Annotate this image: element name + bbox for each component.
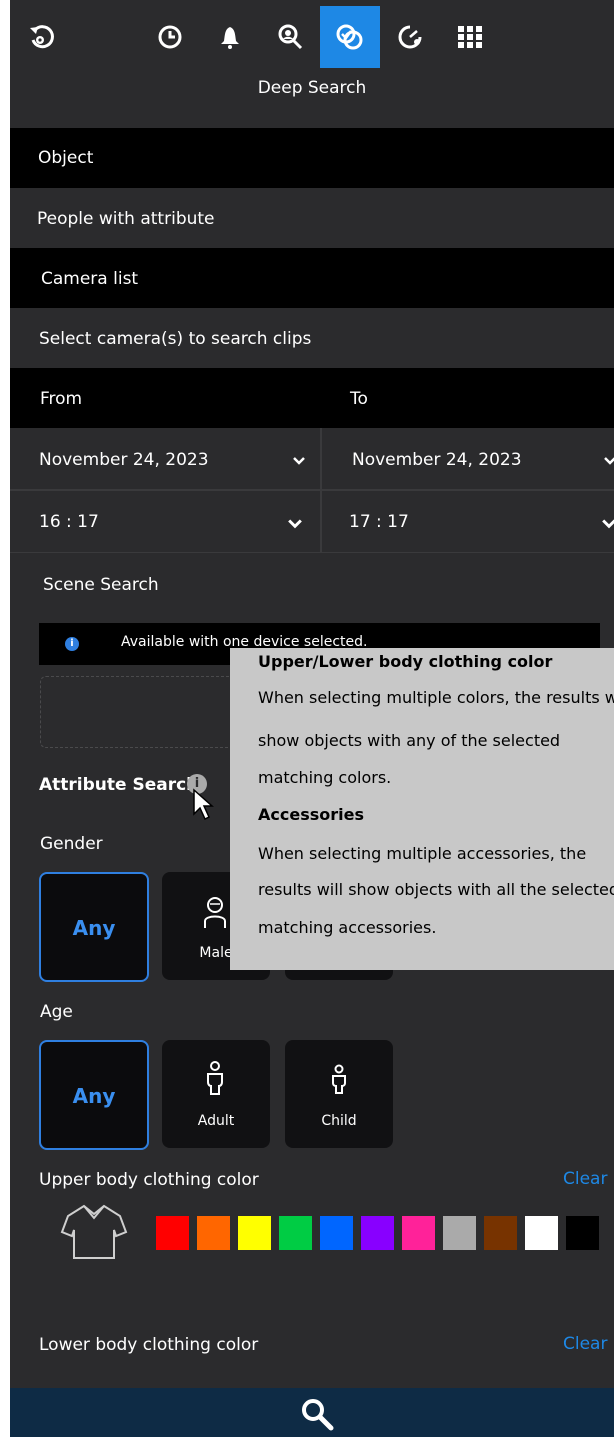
gender-any-label: Any [72, 916, 116, 940]
scene-image-dropzone[interactable] [40, 676, 241, 748]
object-header: Object [10, 128, 614, 188]
top-toolbar [10, 0, 614, 68]
deep-search-panel: Deep Search Object People with attribute… [10, 0, 614, 1437]
camera-list-value: Select camera(s) to search clips [39, 329, 312, 349]
search-icon[interactable] [300, 1397, 334, 1431]
shirt-icon [60, 1204, 128, 1259]
from-date-select[interactable]: November 24, 2023 [10, 428, 320, 490]
color-swatch[interactable] [566, 1216, 599, 1250]
to-date-select[interactable]: November 24, 2023 [322, 428, 614, 490]
tooltip-heading-color: Upper/Lower body clothing color [258, 652, 553, 671]
to-time-select[interactable]: 17 : 17 [322, 491, 614, 552]
page-title: Deep Search [257, 78, 367, 98]
back-icon[interactable] [12, 6, 72, 68]
face-search-icon[interactable] [260, 6, 320, 68]
camera-list-header: Camera list [10, 248, 614, 308]
scene-search-label: Scene Search [43, 575, 159, 595]
grid-icon[interactable] [440, 6, 500, 68]
color-swatch[interactable] [402, 1216, 435, 1250]
color-swatch[interactable] [361, 1216, 394, 1250]
color-swatch[interactable] [320, 1216, 353, 1250]
tooltip-heading-accessories: Accessories [258, 805, 364, 824]
tooltip-text: When selecting multiple accessories, the [258, 844, 587, 863]
clock-icon[interactable] [140, 6, 200, 68]
search-bar [10, 1388, 614, 1437]
color-swatch[interactable] [443, 1216, 476, 1250]
gender-label: Gender [40, 834, 103, 854]
deep-search-icon[interactable] [320, 6, 380, 68]
attribute-search-label: Attribute Search [39, 775, 199, 795]
speedometer-icon[interactable] [380, 6, 440, 68]
object-label: Object [38, 148, 94, 168]
color-swatch[interactable] [197, 1216, 230, 1250]
to-time-value: 17 : 17 [349, 512, 409, 532]
camera-list-label: Camera list [41, 269, 139, 289]
to-label: To [350, 389, 368, 409]
color-swatch[interactable] [525, 1216, 558, 1250]
tooltip-text: matching colors. [258, 768, 392, 787]
chevron-down-icon [288, 519, 302, 529]
child-person-icon [332, 1064, 346, 1094]
bell-icon[interactable] [200, 6, 260, 68]
color-swatch[interactable] [279, 1216, 312, 1250]
age-any-tile[interactable]: Any [39, 1040, 149, 1150]
camera-select[interactable]: Select camera(s) to search clips [10, 308, 614, 368]
object-value: People with attribute [37, 209, 215, 229]
object-select[interactable]: People with attribute [10, 188, 614, 248]
tooltip-text: matching accessories. [258, 918, 437, 937]
age-child-tile[interactable]: Child [285, 1040, 393, 1148]
time-range-header: From To [10, 368, 614, 428]
from-label: From [40, 389, 83, 409]
from-time-value: 16 : 17 [39, 512, 99, 532]
gender-any-tile[interactable]: Any [39, 872, 149, 982]
chevron-down-icon [602, 519, 614, 529]
adult-person-icon [207, 1061, 223, 1095]
color-swatch[interactable] [484, 1216, 517, 1250]
info-icon: i [65, 637, 79, 651]
chevron-down-icon [293, 457, 305, 465]
from-time-select[interactable]: 16 : 17 [10, 491, 320, 552]
chevron-down-icon [604, 457, 614, 465]
tooltip-text: results will show objects with all the s… [258, 880, 614, 899]
attribute-help-tooltip: Upper/Lower body clothing color When sel… [230, 648, 614, 970]
color-swatch[interactable] [156, 1216, 189, 1250]
color-swatch[interactable] [238, 1216, 271, 1250]
age-label: Age [40, 1002, 73, 1022]
from-date-value: November 24, 2023 [39, 450, 209, 470]
tooltip-text: show objects with any of the selected [258, 731, 561, 750]
tooltip-text: When selecting multiple colors, the resu… [258, 688, 614, 707]
age-child-label: Child [321, 1113, 357, 1129]
row-divider [10, 552, 614, 553]
mouse-cursor-icon [193, 788, 214, 821]
upper-color-label: Upper body clothing color [39, 1170, 259, 1190]
male-person-icon [204, 897, 226, 928]
to-date-value: November 24, 2023 [352, 450, 522, 470]
lower-color-clear-button[interactable]: Clear [563, 1334, 607, 1354]
age-any-label: Any [72, 1084, 116, 1108]
age-adult-label: Adult [197, 1113, 235, 1129]
lower-color-label: Lower body clothing color [39, 1335, 259, 1355]
upper-color-clear-button[interactable]: Clear [563, 1169, 607, 1189]
age-adult-tile[interactable]: Adult [162, 1040, 270, 1148]
